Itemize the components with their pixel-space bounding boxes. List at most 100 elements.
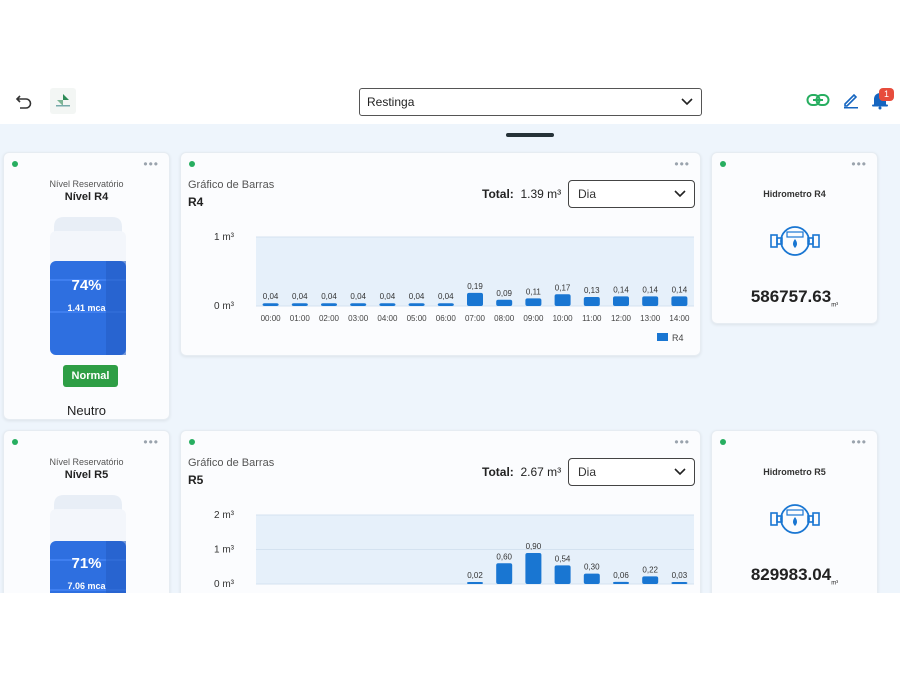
- meter-card-r5: ••• Hidrometro R5 829983.04m³: [711, 430, 878, 593]
- more-options-button[interactable]: •••: [851, 435, 867, 449]
- meter-unit: m³: [831, 580, 839, 587]
- bar[interactable]: [671, 582, 688, 584]
- meter-title: Hidrometro R4: [763, 189, 826, 199]
- tank-percent: 71%: [71, 555, 102, 572]
- bar[interactable]: [642, 296, 659, 306]
- logo-mark: [56, 94, 70, 107]
- bar[interactable]: [437, 303, 454, 306]
- data-label: 0,30: [584, 563, 600, 572]
- meter-title: Hidrometro R5: [763, 467, 826, 477]
- x-tick-label: 04:00: [377, 314, 398, 323]
- more-options-button[interactable]: •••: [851, 157, 867, 171]
- bar[interactable]: [496, 299, 513, 306]
- tank-card-r5: ••• Nível Reservatório Nível R5 71% 7.06…: [3, 430, 170, 593]
- drag-handle[interactable]: [506, 133, 554, 137]
- y-tick-label: 2 m³: [214, 510, 235, 521]
- bar[interactable]: [496, 563, 513, 584]
- notification-badge: 1: [879, 88, 894, 101]
- x-tick-label: 11:00: [582, 314, 602, 323]
- bar-chart-r5: 0 m³ 1 m³ 2 m³ 00:00 01:00 02:00 03:00 04:00 05:…: [214, 510, 694, 593]
- bar[interactable]: [671, 296, 688, 306]
- bar-chart-r4: 0 m³ 1 m³ 0,04 00:00 0,04 01:00 0,04 02:00 0,04 0…: [214, 232, 694, 343]
- legend-swatch: [657, 333, 668, 341]
- data-label: 0,17: [555, 283, 571, 292]
- chevron-down-icon: [681, 98, 693, 106]
- top-bar: Restinga 1: [0, 80, 900, 124]
- data-label: 0,04: [292, 292, 308, 301]
- edit-icon[interactable]: [842, 91, 860, 109]
- x-tick-label: 05:00: [407, 314, 428, 323]
- meter-card-r4: ••• Hidrometro R4 586757.63m³: [711, 152, 878, 324]
- undo-icon[interactable]: [14, 92, 34, 112]
- x-tick-label: 13:00: [640, 314, 661, 323]
- x-tick-label: 01:00: [290, 592, 311, 593]
- x-tick-label: 02:00: [319, 314, 340, 323]
- tank-subtitle: Nível Reservatório: [49, 457, 124, 467]
- water-meter-icon: [770, 226, 820, 256]
- tank-card-r4: ••• Nível Reservatório Nível R4 74% 1.41…: [3, 152, 170, 420]
- data-label: 0,04: [321, 292, 337, 301]
- bar[interactable]: [554, 565, 571, 584]
- x-tick-label: 11:00: [582, 592, 602, 593]
- more-options-button[interactable]: •••: [143, 435, 159, 449]
- y-tick-label: 1 m³: [214, 545, 235, 556]
- x-tick-label: 14:00: [669, 314, 690, 323]
- x-tick-label: 07:00: [465, 314, 486, 323]
- x-tick-label: 02:00: [319, 592, 340, 593]
- data-label: 0,09: [496, 289, 512, 298]
- bar[interactable]: [613, 296, 629, 306]
- bar-chart-card-r5: ••• Gráfico de Barras R5 Total: 2.67 m³ …: [180, 430, 701, 593]
- data-label: 0,04: [409, 292, 425, 301]
- x-tick-label: 12:00: [611, 314, 632, 323]
- more-options-button[interactable]: •••: [143, 157, 159, 171]
- tank-mca: 1.41 mca: [67, 303, 106, 313]
- y-tick-label: 1 m³: [214, 232, 235, 243]
- bar[interactable]: [467, 292, 483, 306]
- x-tick-label: 08:00: [494, 592, 515, 593]
- status-dot: [720, 439, 726, 445]
- x-tick-label: 00:00: [261, 314, 282, 323]
- bar[interactable]: [583, 573, 600, 584]
- bar[interactable]: [525, 552, 542, 584]
- bar[interactable]: [642, 576, 659, 584]
- meter-value: 829983.04: [750, 565, 832, 584]
- data-label: 0,13: [584, 286, 600, 295]
- data-label: 0,14: [613, 285, 629, 294]
- x-tick-label: 07:00: [465, 592, 486, 593]
- bar[interactable]: [408, 303, 425, 306]
- company-logo: [50, 88, 76, 114]
- meter-unit: m³: [831, 302, 839, 309]
- bar[interactable]: [379, 303, 396, 306]
- tank-state: Neutro: [66, 403, 107, 418]
- data-label: 0,04: [380, 292, 396, 301]
- data-label: 0,03: [672, 571, 688, 580]
- x-tick-label: 01:00: [290, 314, 311, 323]
- data-label: 0,22: [642, 565, 658, 574]
- bar[interactable]: [262, 303, 279, 306]
- meter-reading: 586757.63m³: [712, 287, 877, 308]
- data-label: 0,14: [672, 285, 688, 294]
- data-label: 0,04: [263, 292, 279, 301]
- x-tick-label: 13:00: [640, 592, 661, 593]
- bar[interactable]: [554, 294, 571, 306]
- status-dot: [720, 161, 726, 167]
- x-tick-label: 03:00: [348, 592, 369, 593]
- link-icon[interactable]: [806, 92, 830, 108]
- bar[interactable]: [321, 303, 337, 306]
- status-badge: Normal: [63, 365, 118, 387]
- dashboard-area: ••• Nível Reservatório Nível R4 74% 1.41…: [0, 124, 900, 593]
- bar[interactable]: [525, 298, 542, 306]
- x-tick-label: 00:00: [261, 592, 282, 593]
- bar[interactable]: [350, 303, 367, 306]
- x-tick-label: 10:00: [553, 314, 574, 323]
- bar[interactable]: [467, 582, 483, 584]
- data-label: 0,02: [467, 571, 483, 580]
- location-select-value: Restinga: [367, 95, 415, 109]
- bar[interactable]: [613, 581, 629, 584]
- tank-mca: 7.06 mca: [67, 581, 106, 591]
- bar[interactable]: [291, 303, 308, 306]
- bar[interactable]: [583, 297, 600, 306]
- location-select[interactable]: Restinga: [359, 88, 702, 116]
- data-label: 0,60: [496, 552, 512, 561]
- x-tick-label: 05:00: [407, 592, 428, 593]
